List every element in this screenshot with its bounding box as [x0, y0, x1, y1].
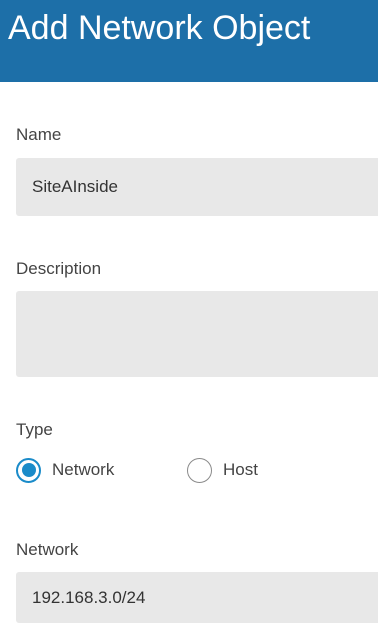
dialog-header: Add Network Object: [0, 0, 378, 82]
type-option-network-label: Network: [52, 460, 115, 479]
type-option-host[interactable]: Host: [187, 453, 258, 487]
description-input[interactable]: [16, 291, 378, 377]
name-label: Name: [16, 125, 62, 144]
radio-unchecked-icon[interactable]: [187, 457, 212, 483]
network-field-container: [16, 572, 378, 623]
dialog-title: Add Network Object: [8, 9, 311, 47]
name-input[interactable]: [16, 158, 378, 216]
network-input[interactable]: [16, 572, 378, 623]
description-label: Description: [16, 259, 102, 278]
description-field-container: [16, 291, 378, 377]
radio-checked-icon[interactable]: [16, 457, 41, 483]
type-radio-group: Network Host: [16, 453, 316, 487]
name-field-container: [16, 158, 378, 216]
type-option-host-label: Host: [223, 460, 258, 479]
type-option-network[interactable]: Network: [16, 453, 114, 487]
type-label: Type: [16, 420, 53, 439]
network-label: Network: [16, 540, 79, 559]
